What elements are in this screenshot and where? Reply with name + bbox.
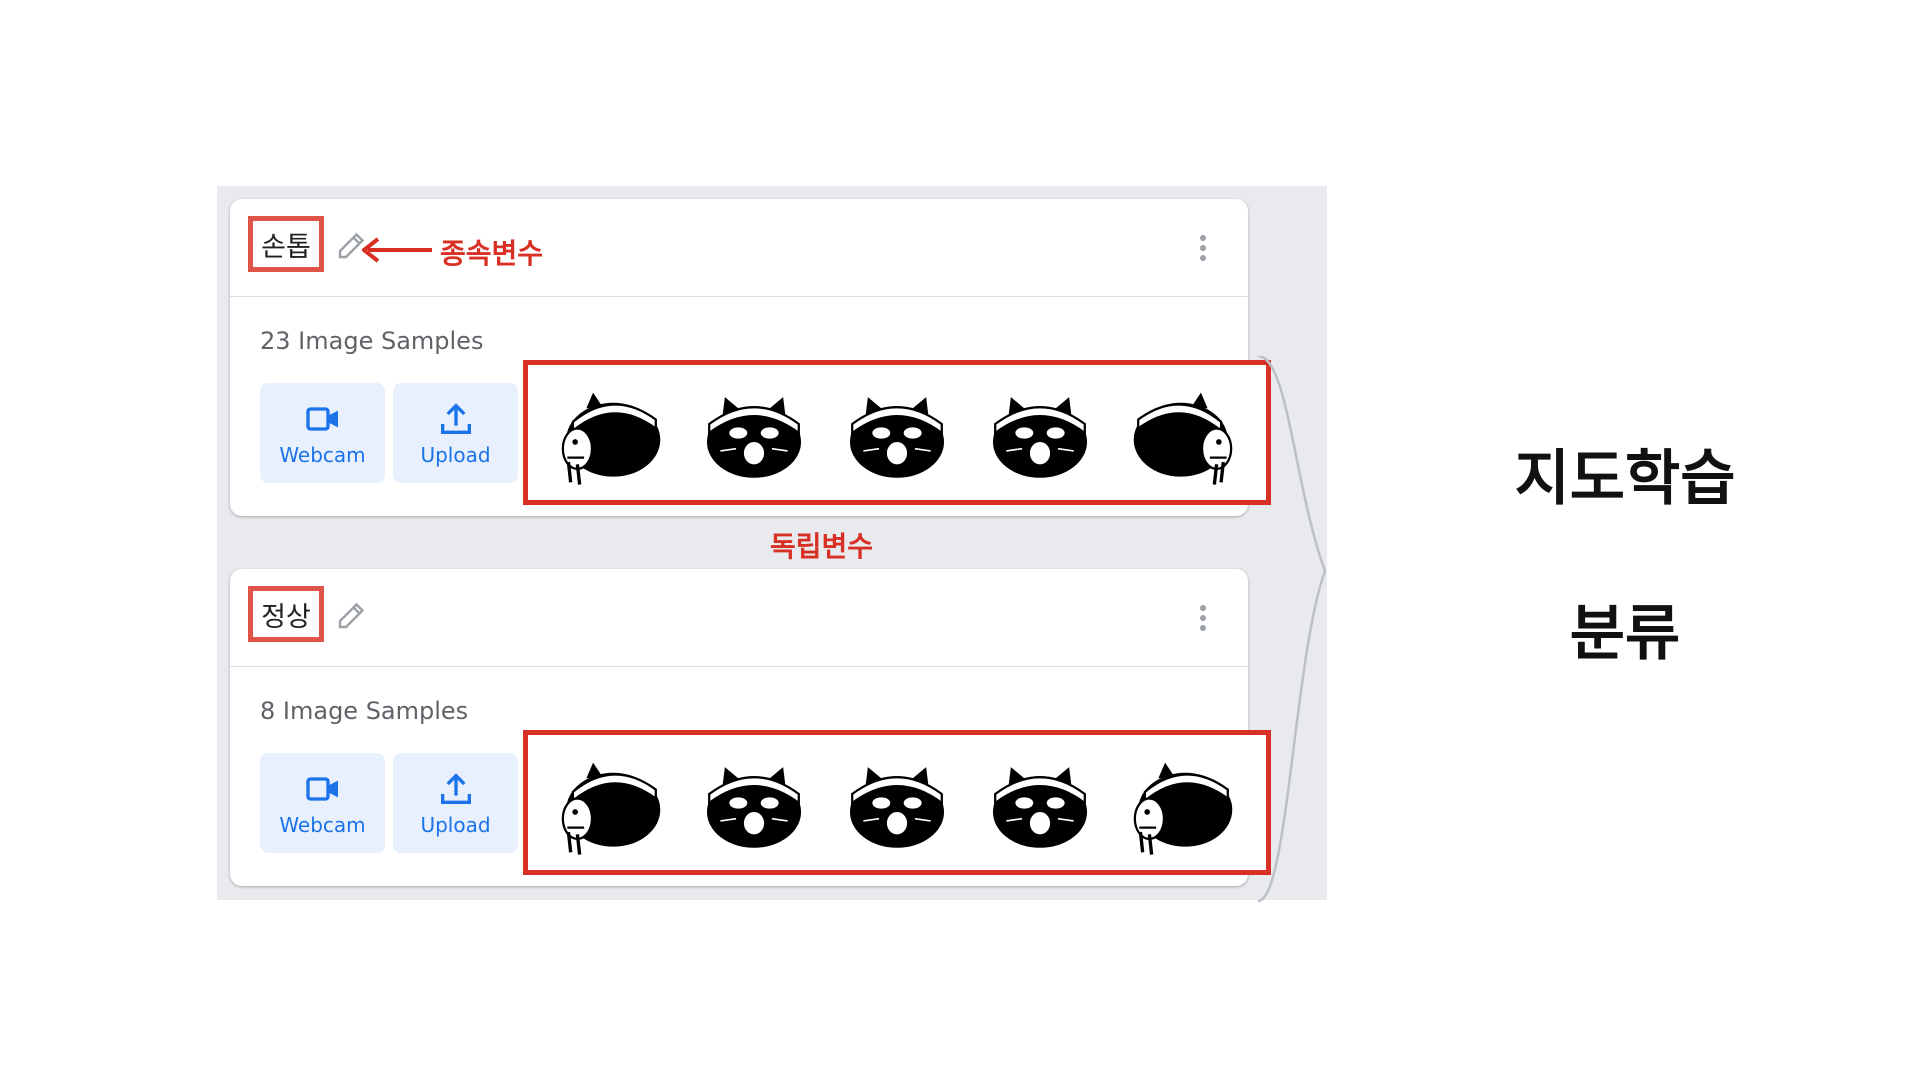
upload-icon [440,403,471,434]
class-card-header: 정상 [230,569,1248,667]
arrow-left-icon [362,237,432,263]
sample-thumbnail[interactable] [698,377,810,489]
supervised-learning-label: 지도학습 [1514,444,1736,514]
sample-thumbnail[interactable] [1127,377,1239,489]
sample-thumbnail[interactable] [555,747,667,859]
sample-thumbnail[interactable] [841,747,953,859]
sample-thumbnails-highlight [523,730,1271,875]
videocam-icon [305,407,338,431]
sample-thumbnail[interactable] [841,377,953,489]
dependent-variable-label: 종속변수 [440,237,544,270]
sample-thumbnail[interactable] [984,377,1096,489]
videocam-icon [305,777,338,801]
sample-thumbnail[interactable] [555,377,667,489]
sample-thumbnail[interactable] [984,747,1096,859]
independent-variable-label: 독립변수 [770,530,874,563]
class-name-label[interactable]: 정상 [248,586,324,642]
more-vert-icon[interactable] [1198,235,1208,265]
class-card-2: 정상 8 Image Samples Webcam Upload [230,569,1271,886]
pencil-icon[interactable] [334,597,370,633]
webcam-label: Webcam [279,443,366,467]
webcam-label: Webcam [279,813,366,837]
sample-count: 8 Image Samples [260,697,469,725]
upload-button[interactable]: Upload [393,383,518,483]
sample-thumbnail[interactable] [1127,747,1239,859]
classification-label: 분류 [1569,599,1681,669]
upload-button[interactable]: Upload [393,753,518,853]
upload-label: Upload [420,813,491,837]
webcam-button[interactable]: Webcam [260,753,385,853]
sample-count: 23 Image Samples [260,327,484,355]
sample-thumbnails-highlight [523,360,1271,505]
upload-label: Upload [420,443,491,467]
webcam-button[interactable]: Webcam [260,383,385,483]
connector-lines [1258,356,1327,903]
upload-icon [440,773,471,804]
more-vert-icon[interactable] [1198,605,1208,635]
class-name-label[interactable]: 손톱 [248,216,324,272]
sample-thumbnail[interactable] [698,747,810,859]
